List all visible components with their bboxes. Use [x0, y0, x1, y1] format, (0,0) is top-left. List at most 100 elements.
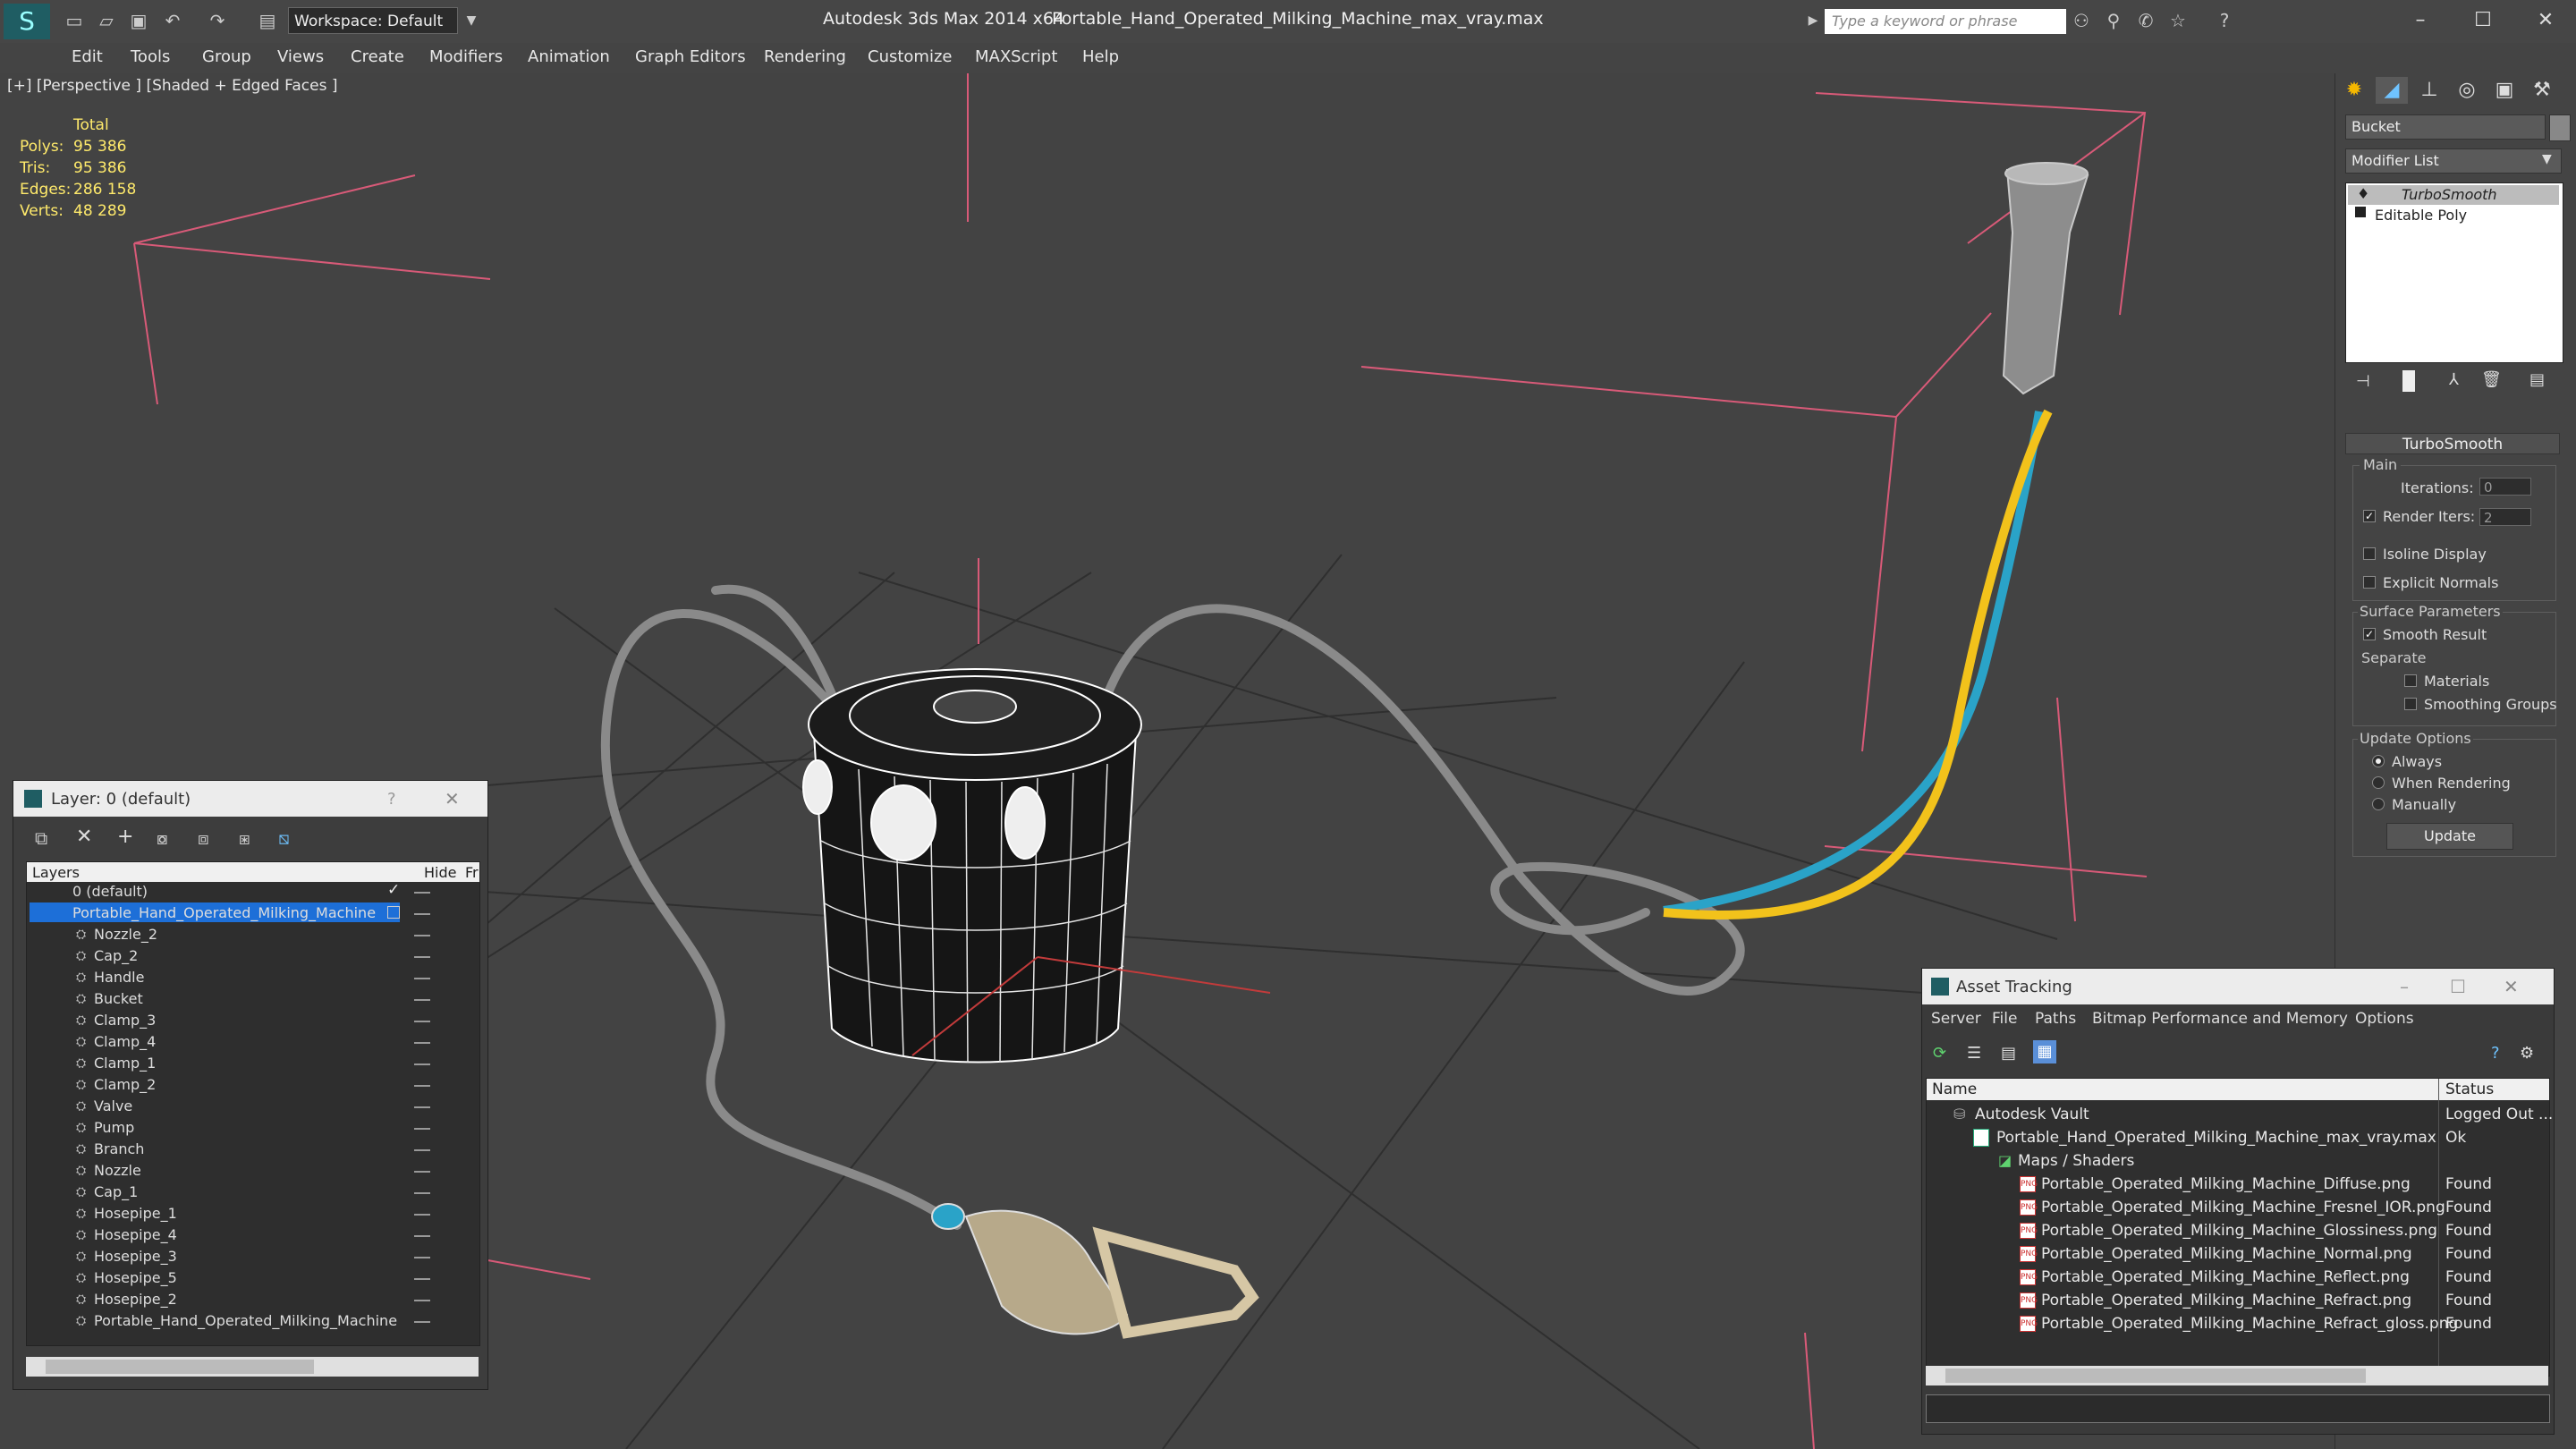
layer-object-item[interactable]: Nozzle: [94, 1162, 141, 1179]
list-view-icon[interactable]: ☰: [1967, 1044, 1981, 1063]
subscription-icon[interactable]: ⚲: [2104, 11, 2123, 30]
hide-toggle[interactable]: [414, 892, 430, 894]
layer-object-item[interactable]: Bucket: [94, 990, 143, 1007]
hide-toggle[interactable]: [414, 956, 430, 958]
communication-icon[interactable]: ✆: [2136, 11, 2156, 30]
vault-settings-icon[interactable]: ⚙: [2520, 1044, 2534, 1063]
refresh-icon[interactable]: ⟳: [1933, 1044, 1946, 1063]
scrollbar-thumb[interactable]: [1945, 1368, 2366, 1383]
display-tab-icon[interactable]: ▣: [2488, 77, 2521, 104]
iterations-spinner[interactable]: 0: [2479, 478, 2531, 496]
asset-map-item[interactable]: Portable_Operated_Milking_Machine_Glossi…: [2041, 1222, 2437, 1240]
asset-vault[interactable]: Autodesk Vault: [1975, 1106, 2089, 1123]
asset-map-item[interactable]: Portable_Operated_Milking_Machine_Normal…: [2041, 1245, 2412, 1263]
app-logo-icon[interactable]: S: [4, 4, 50, 39]
table-view-icon[interactable]: ▦: [2033, 1040, 2056, 1063]
horizontal-scrollbar[interactable]: [26, 1357, 479, 1377]
hide-all-icon[interactable]: ⧆: [239, 827, 250, 849]
menu-animation[interactable]: Animation: [528, 47, 610, 66]
object-name-field[interactable]: Bucket: [2345, 114, 2546, 140]
when-rendering-radio[interactable]: [2372, 776, 2385, 789]
help-icon[interactable]: ?: [387, 790, 396, 809]
layer-object-item[interactable]: Hosepipe_5: [94, 1269, 177, 1286]
asset-window-titlebar[interactable]: Asset Tracking – ☐ ✕: [1922, 969, 2554, 1004]
asset-max-file[interactable]: Portable_Hand_Operated_Milking_Machine_m…: [1996, 1129, 2436, 1147]
search-input[interactable]: Type a keyword or phrase: [1825, 9, 2066, 34]
hierarchy-tab-icon[interactable]: ⊥: [2413, 77, 2445, 104]
lightbulb-icon[interactable]: ♦: [2357, 185, 2369, 202]
select-objects-icon[interactable]: ⧇: [157, 827, 168, 849]
layer-object-item[interactable]: Branch: [94, 1140, 144, 1157]
layer-object-item[interactable]: Clamp_2: [94, 1076, 156, 1093]
asset-maps-folder[interactable]: Maps / Shaders: [2018, 1152, 2134, 1170]
layer-object-item[interactable]: Hosepipe_1: [94, 1205, 177, 1222]
stack-item-turbosmooth[interactable]: TurboSmooth: [2402, 186, 2497, 203]
render-iters-checkbox[interactable]: ✓: [2363, 510, 2376, 522]
layer-object-item[interactable]: Pump: [94, 1119, 134, 1136]
hide-toggle[interactable]: [414, 1257, 430, 1258]
pin-stack-icon[interactable]: ⊣: [2356, 372, 2370, 391]
hide-toggle[interactable]: [414, 1106, 430, 1108]
layer-window-titlebar[interactable]: Layer: 0 (default) ? ✕: [13, 781, 487, 817]
layer-object-item[interactable]: Hosepipe_3: [94, 1248, 177, 1265]
delete-layer-icon[interactable]: ✕: [76, 826, 92, 848]
current-layer-check-icon[interactable]: ✓: [387, 881, 400, 899]
open-file-icon[interactable]: ▱: [97, 11, 116, 30]
menu-graph-editors[interactable]: Graph Editors: [635, 47, 746, 66]
menu-create[interactable]: Create: [351, 47, 404, 66]
menu-bitmap-performance[interactable]: Bitmap Performance and Memory: [2092, 1010, 2348, 1028]
menu-maxscript[interactable]: MAXScript: [975, 47, 1057, 66]
menu-paths[interactable]: Paths: [2035, 1010, 2076, 1028]
layer-object-item[interactable]: Handle: [94, 969, 144, 986]
hide-toggle[interactable]: [414, 1235, 430, 1237]
modifier-stack[interactable]: ♦ TurboSmooth Editable Poly: [2345, 182, 2563, 363]
close-icon[interactable]: ✕: [2504, 976, 2519, 997]
maximize-icon[interactable]: ☐: [2450, 976, 2466, 997]
col-layers[interactable]: Layers: [32, 864, 80, 881]
make-unique-icon[interactable]: ⅄: [2449, 370, 2459, 389]
explicit-normals-checkbox[interactable]: [2363, 576, 2376, 589]
layer-object-item[interactable]: Cap_1: [94, 1183, 138, 1200]
layer-object-item[interactable]: Hosepipe_2: [94, 1291, 177, 1308]
workspace-dropdown[interactable]: Workspace: Default: [288, 7, 458, 34]
menu-server[interactable]: Server: [1931, 1010, 1981, 1028]
highlight-layer-icon[interactable]: ⧈: [198, 827, 209, 849]
turbosmooth-rollout-title[interactable]: TurboSmooth: [2345, 433, 2560, 454]
smooth-result-checkbox[interactable]: ✓: [2363, 628, 2376, 640]
hide-toggle[interactable]: [414, 1021, 430, 1022]
hide-toggle[interactable]: [414, 999, 430, 1001]
col-fr[interactable]: Fr: [465, 864, 479, 881]
save-file-icon[interactable]: ▣: [129, 11, 148, 30]
hide-toggle[interactable]: [414, 1063, 430, 1065]
undo-icon[interactable]: ↶: [163, 11, 182, 30]
menu-customize[interactable]: Customize: [868, 47, 952, 66]
materials-checkbox[interactable]: [2404, 674, 2417, 687]
asset-map-item[interactable]: Portable_Operated_Milking_Machine_Fresne…: [2041, 1199, 2445, 1216]
new-file-icon[interactable]: ▭: [64, 11, 84, 30]
menu-options[interactable]: Options: [2355, 1010, 2414, 1028]
show-end-result-icon[interactable]: [2402, 370, 2415, 392]
layer-object-item[interactable]: Cap_2: [94, 947, 138, 964]
layer-object-item[interactable]: Portable_Hand_Operated_Milking_Machine: [94, 1312, 397, 1329]
close-button[interactable]: ✕: [2529, 5, 2562, 36]
object-color-swatch[interactable]: [2549, 114, 2571, 141]
menu-help[interactable]: Help: [1082, 47, 1119, 66]
viewport-label[interactable]: [+] [Perspective ] [Shaded + Edged Faces…: [7, 77, 337, 95]
remove-modifier-icon[interactable]: 🗑: [2481, 370, 2502, 389]
redo-icon[interactable]: ↷: [208, 11, 227, 30]
menu-views[interactable]: Views: [277, 47, 324, 66]
scrollbar-thumb[interactable]: [46, 1360, 314, 1374]
menu-modifiers[interactable]: Modifiers: [429, 47, 503, 66]
stack-item-editable-poly[interactable]: Editable Poly: [2375, 207, 2467, 224]
hide-toggle[interactable]: [414, 935, 430, 936]
render-iters-spinner[interactable]: 2: [2479, 508, 2531, 526]
layer-portable-milking-machine[interactable]: Portable_Hand_Operated_Milking_Machine: [72, 904, 376, 921]
hide-toggle[interactable]: [414, 1192, 430, 1194]
minimize-icon[interactable]: –: [2400, 976, 2409, 997]
asset-horizontal-scrollbar[interactable]: [1926, 1366, 2548, 1385]
create-layer-icon[interactable]: ⧉: [35, 827, 47, 849]
configure-sets-icon[interactable]: ▤: [2529, 370, 2545, 389]
minimize-button[interactable]: –: [2404, 5, 2436, 36]
col-status[interactable]: Status: [2445, 1080, 2494, 1098]
hide-toggle[interactable]: [414, 1278, 430, 1280]
